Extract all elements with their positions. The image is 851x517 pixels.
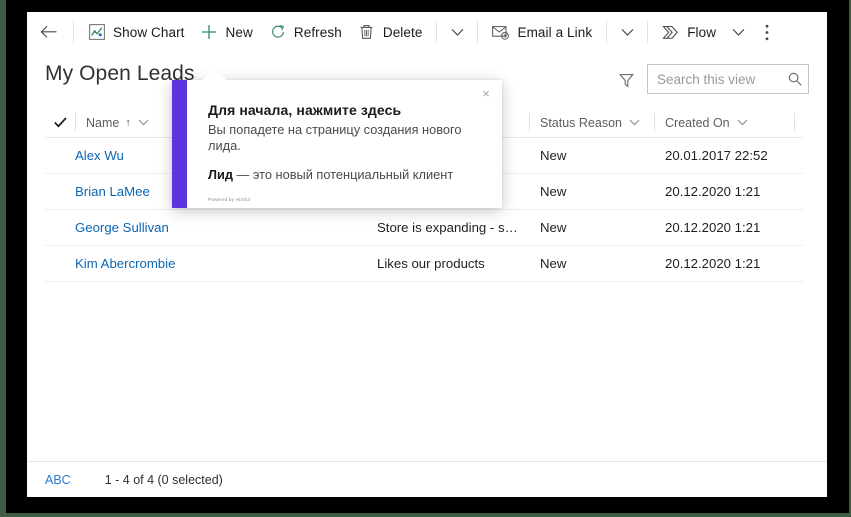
coach-mark-subtitle: Вы попадете на страницу создания нового … bbox=[208, 122, 462, 153]
chevron-down-icon bbox=[732, 28, 745, 36]
flow-button[interactable]: Flow bbox=[654, 15, 724, 49]
flow-icon bbox=[662, 23, 680, 41]
delete-overflow-chevron[interactable] bbox=[443, 15, 471, 49]
overflow-dots-icon bbox=[765, 24, 769, 40]
column-header-status-reason[interactable]: Status Reason bbox=[529, 108, 654, 138]
email-link-icon bbox=[492, 23, 510, 41]
command-separator bbox=[606, 21, 608, 43]
chart-icon bbox=[88, 23, 106, 41]
flow-label: Flow bbox=[687, 24, 717, 40]
screen: Show Chart New Refresh Delete Email a Li… bbox=[0, 0, 851, 517]
column-divider bbox=[794, 112, 795, 131]
close-icon[interactable]: × bbox=[477, 84, 495, 102]
chevron-down-icon bbox=[451, 28, 464, 36]
search-button[interactable] bbox=[782, 66, 808, 92]
cell-name[interactable]: Brian LaMee bbox=[75, 184, 187, 199]
refresh-icon bbox=[269, 23, 287, 41]
search-input[interactable] bbox=[648, 66, 782, 92]
chevron-down-icon bbox=[621, 28, 634, 36]
table-row[interactable]: Kim Abercrombie Likes our products New 2… bbox=[45, 246, 803, 282]
command-separator bbox=[647, 21, 649, 43]
column-header-name-label: Name bbox=[86, 115, 120, 130]
email-overflow-chevron[interactable] bbox=[613, 15, 641, 49]
column-header-status-reason-label: Status Reason bbox=[540, 115, 622, 130]
email-a-link-button[interactable]: Email a Link bbox=[484, 15, 600, 49]
status-bar: ABC 1 - 4 of 4 (0 selected) bbox=[27, 461, 827, 497]
coach-mark-note-rest: — это новый потенциальный клиент bbox=[232, 167, 454, 182]
refresh-label: Refresh bbox=[293, 24, 342, 40]
column-divider bbox=[654, 112, 655, 131]
cell-status-reason: New bbox=[540, 256, 567, 271]
cell-account: Likes our products bbox=[377, 256, 485, 271]
back-button[interactable] bbox=[31, 15, 65, 49]
cell-created-on: 20.01.2017 22:52 bbox=[665, 148, 768, 163]
coach-mark-body: Для начала, нажмите здесь Вы попадете на… bbox=[208, 102, 486, 183]
back-arrow-icon bbox=[40, 25, 56, 38]
show-chart-label: Show Chart bbox=[113, 24, 185, 40]
delete-button[interactable]: Delete bbox=[350, 15, 431, 49]
coach-mark-accent-bar bbox=[172, 80, 187, 208]
column-menu-chevron-name[interactable] bbox=[138, 119, 149, 126]
command-separator bbox=[436, 21, 438, 43]
coach-mark-pointer bbox=[202, 69, 226, 80]
cell-status-reason: New bbox=[540, 148, 567, 163]
cell-account: Store is expanding - send ne... bbox=[377, 220, 529, 235]
coach-mark-popup[interactable]: × Для начала, нажмите здесь Вы попадете … bbox=[172, 69, 502, 208]
column-divider bbox=[75, 112, 76, 131]
command-separator bbox=[73, 21, 74, 43]
search-icon bbox=[788, 72, 802, 86]
new-button[interactable]: New bbox=[193, 15, 261, 49]
chevron-down-icon bbox=[138, 119, 149, 126]
select-all-checkbox[interactable] bbox=[45, 108, 75, 138]
cell-status-reason: New bbox=[540, 184, 567, 199]
alpha-index-button[interactable]: ABC bbox=[45, 473, 71, 487]
cell-status-reason: New bbox=[540, 220, 567, 235]
cell-name[interactable]: Kim Abercrombie bbox=[75, 256, 187, 271]
new-label: New bbox=[225, 24, 253, 40]
column-divider bbox=[529, 112, 530, 131]
cell-created-on: 20.12.2020 1:21 bbox=[665, 220, 761, 235]
chevron-down-icon bbox=[737, 119, 747, 126]
column-menu-chevron-status[interactable] bbox=[629, 119, 640, 126]
coach-mark-note: Лид — это новый потенциальный клиент bbox=[208, 167, 486, 183]
coach-mark-note-term: Лид bbox=[208, 167, 233, 182]
chevron-down-icon bbox=[629, 119, 640, 126]
column-menu-chevron-created[interactable] bbox=[737, 119, 748, 126]
search-box[interactable] bbox=[647, 64, 809, 94]
coach-mark-powered-by: Powered by Hintful bbox=[208, 197, 251, 202]
cell-created-on: 20.12.2020 1:21 bbox=[665, 184, 761, 199]
command-separator bbox=[477, 21, 479, 43]
command-bar: Show Chart New Refresh Delete Email a Li… bbox=[27, 12, 827, 52]
column-header-name[interactable]: Name ↑ bbox=[75, 108, 187, 138]
checkmark-icon bbox=[53, 117, 67, 128]
filter-icon bbox=[618, 73, 634, 87]
column-header-created-on[interactable]: Created On bbox=[654, 108, 794, 138]
sort-ascending-icon: ↑ bbox=[125, 116, 131, 129]
cell-name[interactable]: George Sullivan bbox=[75, 220, 187, 235]
cell-name[interactable]: Alex Wu bbox=[75, 148, 187, 163]
table-row[interactable]: George Sullivan Store is expanding - sen… bbox=[45, 210, 803, 246]
app-surface: Show Chart New Refresh Delete Email a Li… bbox=[27, 12, 827, 497]
filter-button[interactable] bbox=[611, 65, 641, 95]
more-commands-button[interactable] bbox=[752, 15, 782, 49]
show-chart-button[interactable]: Show Chart bbox=[80, 15, 193, 49]
window-frame: Show Chart New Refresh Delete Email a Li… bbox=[6, 0, 849, 513]
cell-created-on: 20.12.2020 1:21 bbox=[665, 256, 761, 271]
email-a-link-label: Email a Link bbox=[517, 24, 593, 40]
record-count-label: 1 - 4 of 4 (0 selected) bbox=[104, 472, 223, 487]
refresh-button[interactable]: Refresh bbox=[261, 15, 350, 49]
coach-mark-title: Для начала, нажмите здесь bbox=[208, 102, 402, 118]
column-header-tail bbox=[794, 108, 803, 138]
delete-label: Delete bbox=[382, 24, 423, 40]
flow-chevron[interactable] bbox=[724, 15, 752, 49]
trash-icon bbox=[358, 23, 376, 41]
plus-icon bbox=[201, 23, 219, 41]
column-header-created-on-label: Created On bbox=[665, 115, 730, 130]
